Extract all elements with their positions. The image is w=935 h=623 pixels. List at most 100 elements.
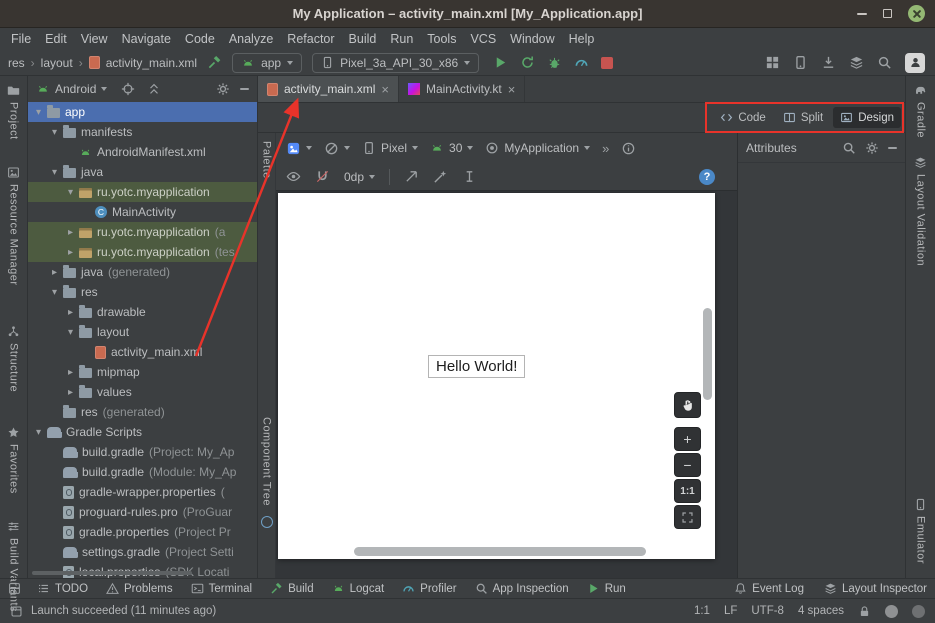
status-circle-icon[interactable]	[912, 605, 925, 618]
tool-windows-icon[interactable]	[765, 55, 780, 70]
tree-item-layout[interactable]: ▾layout	[28, 322, 257, 342]
layout-inspector-icon[interactable]	[849, 55, 864, 70]
run-configuration-dropdown[interactable]: app	[232, 53, 302, 73]
stop-button[interactable]	[601, 57, 613, 69]
breadcrumb-item[interactable]: activity_main.xml	[106, 56, 197, 70]
chevron-closed-icon[interactable]: ▸	[64, 227, 77, 238]
project-tree-scrollbar[interactable]	[32, 571, 192, 575]
component-tree-tab[interactable]: Component Tree	[261, 417, 273, 506]
textview-hello-world[interactable]: Hello World!	[428, 355, 525, 378]
tree-item-res[interactable]: ▾res	[28, 282, 257, 302]
view-mode-split[interactable]: Split	[776, 107, 830, 128]
component-tree-icon[interactable]	[261, 516, 273, 528]
api-version-selector[interactable]: 30	[430, 141, 473, 155]
tool-stripe-structure[interactable]: Structure	[7, 325, 20, 392]
menu-vcs[interactable]: VCS	[463, 28, 503, 50]
palette-tab[interactable]: Palette	[261, 141, 273, 179]
tree-item-proguard-rules-pro[interactable]: proguard-rules.pro(ProGuar	[28, 502, 257, 522]
tool-stripe-gradle[interactable]: Gradle	[914, 84, 927, 138]
tree-item-ru-yotc-myapplication[interactable]: ▸ru.yotc.myapplication(a	[28, 222, 257, 242]
tool-window-button-build[interactable]: Build	[270, 582, 314, 595]
search-icon[interactable]	[842, 141, 856, 155]
help-icon[interactable]	[699, 169, 715, 185]
chevron-open-icon[interactable]: ▾	[64, 327, 77, 338]
device-screen[interactable]: Hello World!	[278, 193, 715, 559]
chevron-open-icon[interactable]: ▾	[64, 187, 77, 198]
maximize-button[interactable]	[883, 9, 892, 18]
default-margin-dropdown[interactable]: 0dp	[344, 170, 375, 184]
tool-window-button-layout-inspector[interactable]: Layout Inspector	[824, 582, 927, 595]
view-mode-design[interactable]: Design	[833, 107, 901, 128]
tool-stripe-favorites[interactable]: Favorites	[7, 426, 20, 494]
zoom-out-button[interactable]: −	[674, 453, 701, 477]
tool-window-button-run[interactable]: Run	[587, 582, 626, 595]
tool-window-button-terminal[interactable]: Terminal	[191, 582, 252, 595]
tool-window-button-problems[interactable]: Problems	[106, 582, 173, 595]
tool-stripe-resource-manager[interactable]: Resource Manager	[7, 166, 20, 286]
tree-item-gradle-scripts[interactable]: ▾Gradle Scripts	[28, 422, 257, 442]
menu-navigate[interactable]: Navigate	[115, 28, 178, 50]
tree-item-ru-yotc-myapplication[interactable]: ▾ru.yotc.myapplication	[28, 182, 257, 202]
tree-item-build-gradle[interactable]: build.gradle(Project: My_Ap	[28, 442, 257, 462]
view-options-icon[interactable]	[286, 169, 301, 184]
device-selector[interactable]: Pixel	[362, 141, 418, 155]
lock-icon[interactable]	[858, 605, 871, 618]
run-button[interactable]	[493, 55, 508, 70]
gear-icon[interactable]	[865, 141, 879, 155]
tree-item-drawable[interactable]: ▸drawable	[28, 302, 257, 322]
magic-wand-icon[interactable]	[433, 169, 448, 184]
device-dropdown[interactable]: Pixel_3a_API_30_x86	[312, 53, 479, 73]
pan-button[interactable]	[674, 392, 701, 418]
tree-item-gradle-wrapper-properties[interactable]: gradle-wrapper.properties(	[28, 482, 257, 502]
tool-stripe-layout-validation[interactable]: Layout Validation	[914, 156, 927, 266]
overflow-icon[interactable]	[602, 141, 609, 156]
tool-window-button-event-log[interactable]: Event Log	[734, 582, 804, 595]
canvas-hscrollbar[interactable]	[354, 547, 646, 556]
canvas-vscrollbar[interactable]	[703, 308, 712, 400]
menu-refactor[interactable]: Refactor	[280, 28, 341, 50]
encoding-widget[interactable]: UTF-8	[751, 605, 784, 617]
chevron-closed-icon[interactable]: ▸	[64, 247, 77, 258]
tool-window-button-profiler[interactable]: Profiler	[402, 582, 456, 595]
zoom-in-button[interactable]: +	[674, 427, 701, 451]
tree-item-local-properties[interactable]: local.properties(SDK Locati	[28, 562, 257, 578]
menu-window[interactable]: Window	[503, 28, 561, 50]
search-everywhere-icon[interactable]	[877, 55, 892, 70]
chevron-open-icon[interactable]: ▾	[48, 167, 61, 178]
tab-activity-main-xml[interactable]: activity_main.xml	[258, 76, 399, 102]
chevron-open-icon[interactable]: ▾	[32, 427, 45, 438]
guidelines-icon[interactable]	[404, 169, 419, 184]
tab-mainactivity-kt[interactable]: MainActivity.kt	[399, 76, 525, 102]
apply-changes-button[interactable]	[520, 55, 535, 70]
menu-build[interactable]: Build	[342, 28, 384, 50]
menu-run[interactable]: Run	[383, 28, 420, 50]
profile-avatar[interactable]	[905, 53, 925, 73]
chevron-open-icon[interactable]: ▾	[48, 287, 61, 298]
tool-stripe-project[interactable]: Project	[7, 84, 20, 140]
tree-item-ru-yotc-myapplication[interactable]: ▸ru.yotc.myapplication(tes	[28, 242, 257, 262]
tree-item-app[interactable]: ▾app	[28, 102, 257, 122]
tool-window-button-todo[interactable]: TODO	[37, 582, 88, 595]
menu-edit[interactable]: Edit	[38, 28, 74, 50]
view-mode-code[interactable]: Code	[713, 107, 773, 128]
menu-view[interactable]: View	[74, 28, 115, 50]
line-ending-widget[interactable]: LF	[724, 605, 737, 617]
tool-window-button-app-inspection[interactable]: App Inspection	[475, 582, 569, 595]
issues-panel-icon[interactable]	[621, 141, 636, 156]
minimize-button[interactable]	[857, 13, 867, 15]
debug-button[interactable]	[547, 55, 562, 70]
tool-window-button-logcat[interactable]: Logcat	[332, 582, 385, 595]
tree-item-java[interactable]: ▾java	[28, 162, 257, 182]
tree-item-manifests[interactable]: ▾manifests	[28, 122, 257, 142]
zoom-fit-button[interactable]	[674, 505, 701, 529]
zoom-ratio-widget[interactable]: 1:1	[694, 605, 710, 617]
menu-help[interactable]: Help	[562, 28, 602, 50]
collapse-all-icon[interactable]	[147, 82, 161, 96]
menu-tools[interactable]: Tools	[420, 28, 463, 50]
menu-code[interactable]: Code	[178, 28, 222, 50]
tool-stripe-emulator[interactable]: Emulator	[914, 498, 927, 564]
gear-icon[interactable]	[216, 82, 230, 96]
tree-item-java[interactable]: ▸java(generated)	[28, 262, 257, 282]
sdk-manager-icon[interactable]	[821, 55, 836, 70]
breadcrumb-item[interactable]: res	[8, 56, 25, 70]
